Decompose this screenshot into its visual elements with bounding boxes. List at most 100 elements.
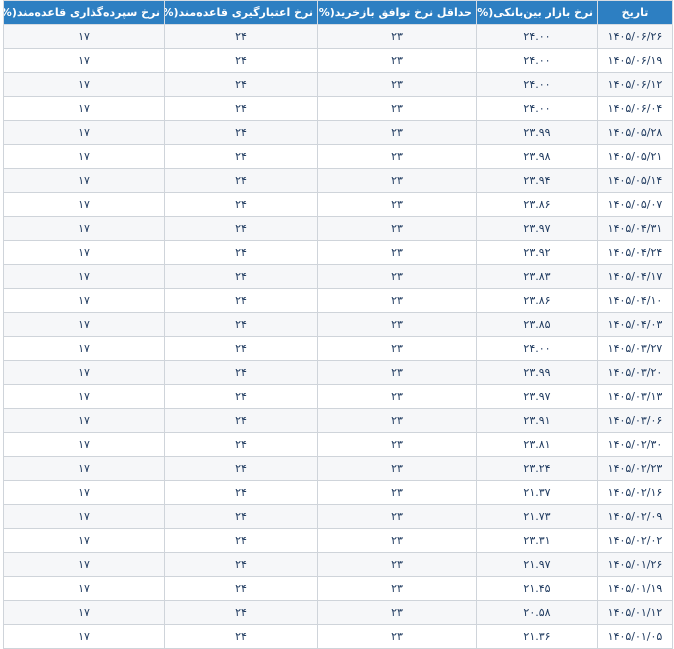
cell-date: ۱۴۰۵/۰۵/۰۷ [597, 192, 673, 217]
cell-deposit-rate: ۱۷ [3, 72, 165, 97]
interest-rates-table-container: تاریخ نرخ بازار بین‌بانکی(%) حداقل نرخ ت… [3, 0, 673, 649]
cell-deposit-rate: ۱۷ [3, 408, 165, 433]
cell-credit-rate: ۲۴ [164, 312, 318, 337]
table-row: ۱۴۰۵/۰۱/۱۲ ۲۰.۵۸ ۲۳ ۲۴ ۱۷ [3, 600, 673, 625]
cell-interbank-rate: ۲۳.۸۳ [476, 264, 598, 289]
cell-deposit-rate: ۱۷ [3, 480, 165, 505]
table-row: ۱۴۰۵/۰۴/۰۳ ۲۳.۸۵ ۲۳ ۲۴ ۱۷ [3, 312, 673, 337]
cell-interbank-rate: ۲۳.۸۱ [476, 432, 598, 457]
cell-date: ۱۴۰۵/۰۴/۳۱ [597, 216, 673, 241]
cell-credit-rate: ۲۴ [164, 168, 318, 193]
interest-rates-table: تاریخ نرخ بازار بین‌بانکی(%) حداقل نرخ ت… [3, 0, 673, 649]
table-row: ۱۴۰۵/۰۲/۱۶ ۲۱.۳۷ ۲۳ ۲۴ ۱۷ [3, 480, 673, 505]
cell-deposit-rate: ۱۷ [3, 384, 165, 409]
cell-deposit-rate: ۱۷ [3, 360, 165, 385]
cell-credit-rate: ۲۴ [164, 144, 318, 169]
table-row: ۱۴۰۵/۰۶/۰۴ ۲۴.۰۰ ۲۳ ۲۴ ۱۷ [3, 96, 673, 121]
cell-interbank-rate: ۲۴.۰۰ [476, 24, 598, 49]
cell-deposit-rate: ۱۷ [3, 48, 165, 73]
table-row: ۱۴۰۵/۰۶/۱۲ ۲۴.۰۰ ۲۳ ۲۴ ۱۷ [3, 72, 673, 97]
cell-deposit-rate: ۱۷ [3, 24, 165, 49]
cell-interbank-rate: ۲۳.۹۲ [476, 240, 598, 265]
table-row: ۱۴۰۵/۰۵/۲۸ ۲۳.۹۹ ۲۳ ۲۴ ۱۷ [3, 120, 673, 145]
cell-repo-min-rate: ۲۳ [317, 456, 477, 481]
cell-repo-min-rate: ۲۳ [317, 552, 477, 577]
cell-repo-min-rate: ۲۳ [317, 168, 477, 193]
table-row: ۱۴۰۵/۰۱/۰۵ ۲۱.۳۶ ۲۳ ۲۴ ۱۷ [3, 624, 673, 649]
cell-credit-rate: ۲۴ [164, 480, 318, 505]
cell-interbank-rate: ۲۴.۰۰ [476, 72, 598, 97]
cell-deposit-rate: ۱۷ [3, 288, 165, 313]
cell-interbank-rate: ۲۴.۰۰ [476, 48, 598, 73]
cell-repo-min-rate: ۲۳ [317, 120, 477, 145]
cell-credit-rate: ۲۴ [164, 432, 318, 457]
cell-interbank-rate: ۲۳.۹۹ [476, 120, 598, 145]
cell-date: ۱۴۰۵/۰۴/۰۳ [597, 312, 673, 337]
cell-credit-rate: ۲۴ [164, 504, 318, 529]
table-row: ۱۴۰۵/۰۴/۱۷ ۲۳.۸۳ ۲۳ ۲۴ ۱۷ [3, 264, 673, 289]
table-row: ۱۴۰۵/۰۳/۱۳ ۲۳.۹۷ ۲۳ ۲۴ ۱۷ [3, 384, 673, 409]
cell-credit-rate: ۲۴ [164, 48, 318, 73]
cell-deposit-rate: ۱۷ [3, 120, 165, 145]
cell-date: ۱۴۰۵/۰۶/۱۹ [597, 48, 673, 73]
cell-credit-rate: ۲۴ [164, 528, 318, 553]
cell-interbank-rate: ۲۱.۳۶ [476, 624, 598, 649]
cell-date: ۱۴۰۵/۰۳/۱۳ [597, 384, 673, 409]
cell-date: ۱۴۰۵/۰۲/۲۳ [597, 456, 673, 481]
table-row: ۱۴۰۵/۰۱/۲۶ ۲۱.۹۷ ۲۳ ۲۴ ۱۷ [3, 552, 673, 577]
cell-repo-min-rate: ۲۳ [317, 264, 477, 289]
cell-repo-min-rate: ۲۳ [317, 576, 477, 601]
cell-deposit-rate: ۱۷ [3, 552, 165, 577]
cell-deposit-rate: ۱۷ [3, 456, 165, 481]
table-header: تاریخ نرخ بازار بین‌بانکی(%) حداقل نرخ ت… [3, 0, 673, 25]
cell-credit-rate: ۲۴ [164, 192, 318, 217]
cell-repo-min-rate: ۲۳ [317, 408, 477, 433]
cell-deposit-rate: ۱۷ [3, 528, 165, 553]
table-row: ۱۴۰۵/۰۴/۱۰ ۲۳.۸۶ ۲۳ ۲۴ ۱۷ [3, 288, 673, 313]
header-credit-rate: نرخ اعتبارگیری قاعده‌مند(%) [164, 0, 318, 25]
cell-date: ۱۴۰۵/۰۲/۰۹ [597, 504, 673, 529]
cell-credit-rate: ۲۴ [164, 264, 318, 289]
cell-credit-rate: ۲۴ [164, 288, 318, 313]
cell-repo-min-rate: ۲۳ [317, 48, 477, 73]
cell-credit-rate: ۲۴ [164, 600, 318, 625]
cell-deposit-rate: ۱۷ [3, 264, 165, 289]
cell-credit-rate: ۲۴ [164, 216, 318, 241]
cell-repo-min-rate: ۲۳ [317, 480, 477, 505]
cell-deposit-rate: ۱۷ [3, 216, 165, 241]
cell-date: ۱۴۰۵/۰۵/۲۸ [597, 120, 673, 145]
table-row: ۱۴۰۵/۰۶/۲۶ ۲۴.۰۰ ۲۳ ۲۴ ۱۷ [3, 24, 673, 49]
cell-interbank-rate: ۲۱.۷۳ [476, 504, 598, 529]
cell-credit-rate: ۲۴ [164, 576, 318, 601]
cell-interbank-rate: ۲۳.۹۱ [476, 408, 598, 433]
cell-interbank-rate: ۲۴.۰۰ [476, 96, 598, 121]
cell-credit-rate: ۲۴ [164, 360, 318, 385]
cell-date: ۱۴۰۵/۰۲/۳۰ [597, 432, 673, 457]
cell-credit-rate: ۲۴ [164, 456, 318, 481]
cell-interbank-rate: ۲۳.۹۴ [476, 168, 598, 193]
cell-credit-rate: ۲۴ [164, 24, 318, 49]
cell-repo-min-rate: ۲۳ [317, 432, 477, 457]
cell-repo-min-rate: ۲۳ [317, 384, 477, 409]
cell-repo-min-rate: ۲۳ [317, 192, 477, 217]
cell-deposit-rate: ۱۷ [3, 96, 165, 121]
cell-deposit-rate: ۱۷ [3, 144, 165, 169]
cell-deposit-rate: ۱۷ [3, 240, 165, 265]
cell-repo-min-rate: ۲۳ [317, 72, 477, 97]
cell-date: ۱۴۰۵/۰۴/۱۰ [597, 288, 673, 313]
cell-date: ۱۴۰۵/۰۶/۲۶ [597, 24, 673, 49]
cell-interbank-rate: ۲۳.۸۵ [476, 312, 598, 337]
table-row: ۱۴۰۵/۰۵/۱۴ ۲۳.۹۴ ۲۳ ۲۴ ۱۷ [3, 168, 673, 193]
cell-repo-min-rate: ۲۳ [317, 312, 477, 337]
table-body: ۱۴۰۵/۰۶/۲۶ ۲۴.۰۰ ۲۳ ۲۴ ۱۷ ۱۴۰۵/۰۶/۱۹ ۲۴.۰۰ ۲۳ ۲۴… [3, 24, 673, 649]
cell-interbank-rate: ۲۳.۹۷ [476, 216, 598, 241]
table-row: ۱۴۰۵/۰۲/۰۹ ۲۱.۷۳ ۲۳ ۲۴ ۱۷ [3, 504, 673, 529]
cell-credit-rate: ۲۴ [164, 624, 318, 649]
cell-deposit-rate: ۱۷ [3, 504, 165, 529]
cell-deposit-rate: ۱۷ [3, 600, 165, 625]
cell-date: ۱۴۰۵/۰۵/۱۴ [597, 168, 673, 193]
cell-deposit-rate: ۱۷ [3, 576, 165, 601]
cell-date: ۱۴۰۵/۰۴/۱۷ [597, 264, 673, 289]
cell-repo-min-rate: ۲۳ [317, 624, 477, 649]
cell-date: ۱۴۰۵/۰۴/۲۴ [597, 240, 673, 265]
